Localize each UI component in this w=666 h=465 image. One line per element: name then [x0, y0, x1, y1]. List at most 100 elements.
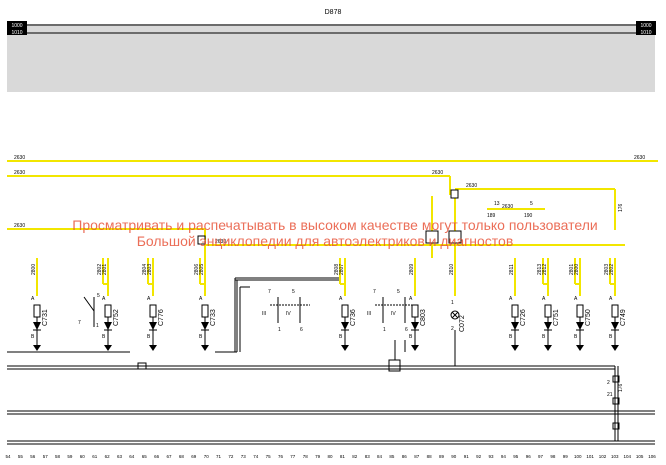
- ruler-tick: 91: [464, 454, 470, 459]
- pin-b-4: B: [339, 334, 343, 340]
- watermark-line-2: Большой энциклопедии для автоэлектриков …: [137, 233, 514, 249]
- ruler-tick: 100: [574, 454, 582, 459]
- ruler-tick: 87: [414, 454, 420, 459]
- wiring-diagram-page: D878 1000 1010 1000 1010 2630 2630 2630 …: [0, 0, 666, 465]
- ruler-tick: 80: [327, 454, 333, 459]
- pin-b-10: B: [609, 334, 613, 340]
- ground-arrow-3: [201, 345, 209, 351]
- ruler-tick: 65: [142, 454, 148, 459]
- ruler-tick: 81: [340, 454, 346, 459]
- multiswitch-pin-1-1: 1: [383, 327, 386, 333]
- ref-21: 21: [607, 392, 613, 398]
- ruler-tick: 104: [623, 454, 631, 459]
- ground-arrow-1: [104, 345, 112, 351]
- connector-code-7: C726: [520, 309, 527, 326]
- pin-a-2: A: [147, 296, 151, 302]
- wiring-diagram: D878 1000 1010 1000 1010 2630 2630 2630 …: [5, 9, 658, 459]
- wire-label-8-1: 2813: [537, 264, 543, 275]
- ref-2: 2: [607, 380, 610, 386]
- ground-arrow-7: [511, 345, 519, 351]
- pin-a-10: A: [609, 296, 613, 302]
- pin-b-5: B: [409, 334, 413, 340]
- ruler-tick: 88: [427, 454, 433, 459]
- ruler-tick: 78: [303, 454, 309, 459]
- ruler-tick: 69: [191, 454, 197, 459]
- ground-arrow-2: [149, 345, 157, 351]
- diode-icon-3: [201, 322, 209, 330]
- resistor-symbol-3: [201, 304, 209, 318]
- diode-icon-10: [611, 322, 619, 330]
- ruler-tick: 94: [501, 454, 507, 459]
- ground-arrow-9: [576, 345, 584, 351]
- diode-icon-4: [341, 322, 349, 330]
- pin-b-1: B: [102, 334, 106, 340]
- ruler-tick: 66: [154, 454, 160, 459]
- multiswitch-pin-5-1: 5: [397, 289, 400, 295]
- connector-code-2: C776: [158, 309, 165, 326]
- multiswitch-pin-7-1: 7: [373, 289, 376, 295]
- pin-b-3: B: [199, 334, 203, 340]
- ref-176-top: 176: [618, 203, 624, 212]
- bus-label-2: 2630: [14, 170, 25, 176]
- pin-b-8: B: [542, 334, 546, 340]
- multiswitch-pin-7-0: 7: [268, 289, 271, 295]
- connector-code-1: C752: [113, 309, 120, 326]
- diagram-component-code: D878: [325, 9, 342, 16]
- resistor-symbol-0: [33, 304, 41, 318]
- ruler-tick: 95: [513, 454, 519, 459]
- resistor-symbol-7: [511, 304, 519, 318]
- ruler-tick: 82: [352, 454, 358, 459]
- diode-icon-7: [511, 322, 519, 330]
- ruler-tick: 85: [389, 454, 395, 459]
- resistor-symbol-2: [149, 304, 157, 318]
- ruler-tick: 105: [636, 454, 644, 459]
- ruler-tick: 64: [129, 454, 135, 459]
- ruler-tick: 57: [43, 454, 49, 459]
- bus-label-4: 2630: [634, 155, 645, 161]
- multiswitch-iii-1: III: [367, 311, 371, 317]
- bus-label-6: 2630: [466, 183, 477, 189]
- connector-code-6: C072: [459, 315, 466, 332]
- pin-a-0: A: [31, 296, 35, 302]
- connector-code-3: C733: [210, 309, 217, 326]
- wire-label-1-1: 2802: [97, 264, 103, 275]
- ruler-tick: 102: [599, 454, 607, 459]
- connector-code-4: C736: [350, 309, 357, 326]
- ruler-tick: 67: [166, 454, 172, 459]
- ruler-tick: 90: [451, 454, 457, 459]
- ruler-tick: 75: [266, 454, 272, 459]
- diode-icon-9: [576, 322, 584, 330]
- resistor-symbol-8: [544, 304, 552, 318]
- multiswitch-pin-6-0: 6: [300, 327, 303, 333]
- pin-a-4: A: [339, 296, 343, 302]
- ground-wiring: [7, 277, 655, 445]
- connector-code-0: C731: [42, 309, 49, 326]
- bus-label-7: 2630: [502, 204, 513, 210]
- switch-pin-1-0: 1: [96, 323, 99, 329]
- pin-a-3: A: [199, 296, 203, 302]
- wire-label-7-0: 2811: [509, 264, 515, 275]
- left-code-2: 1010: [11, 30, 22, 36]
- ruler-tick: 98: [550, 454, 556, 459]
- wire-label-10-1: 2803: [604, 264, 610, 275]
- bus-label-5: 2630: [432, 170, 443, 176]
- connector-code-10: C749: [620, 309, 627, 326]
- ruler-tick: 77: [290, 454, 296, 459]
- pin-2-6: 2: [451, 326, 454, 332]
- ref-176-bottom: 176: [618, 383, 624, 392]
- ruler-tick: 101: [586, 454, 594, 459]
- diode-icon-8: [544, 322, 552, 330]
- ruler-tick: 89: [439, 454, 445, 459]
- ruler-tick: 86: [402, 454, 408, 459]
- watermark-line-1: Просматривать и распечатывать в высоком …: [72, 217, 597, 233]
- ruler-tick: 70: [204, 454, 210, 459]
- ruler-tick: 54: [5, 454, 11, 459]
- multiswitch-iv-0: IV: [286, 311, 291, 317]
- ref-5: 5: [530, 201, 533, 207]
- switch-pin-7-0: 7: [78, 320, 81, 326]
- ruler-tick: 76: [278, 454, 284, 459]
- bus-label-1: 2630: [14, 155, 25, 161]
- ruler-tick: 84: [377, 454, 383, 459]
- ruler-tick: 62: [105, 454, 111, 459]
- right-code-2: 1010: [640, 30, 651, 36]
